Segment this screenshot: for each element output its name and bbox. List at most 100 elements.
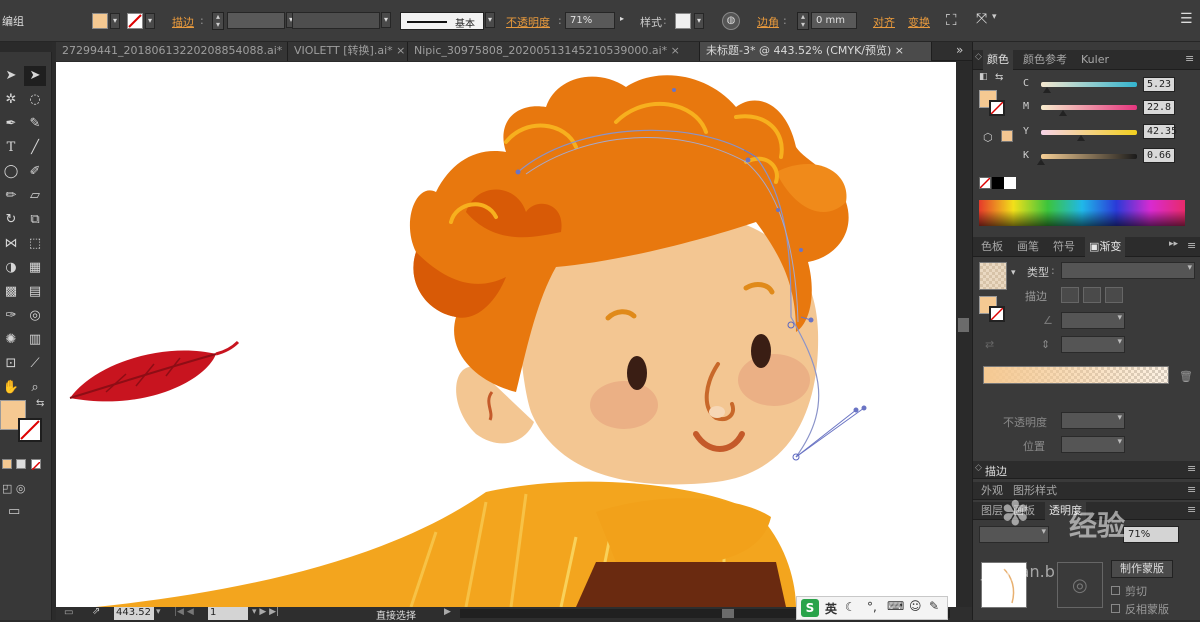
variable-width-profile[interactable]	[292, 12, 380, 29]
graphic-style-dropdown[interactable]: ▾	[694, 13, 704, 29]
stop-position-field[interactable]	[1061, 436, 1125, 453]
symbol-sprayer-icon[interactable]: ✺	[0, 330, 22, 350]
align-link[interactable]: 对齐	[873, 14, 895, 30]
pencil-tool-icon[interactable]: ✏	[0, 186, 22, 206]
red-leaf[interactable]	[69, 340, 240, 402]
hand-tool-icon[interactable]: ✋	[0, 378, 22, 398]
cyan-field[interactable]: 5.23	[1143, 77, 1175, 92]
zoom-dropdown[interactable]: ▾	[156, 607, 161, 617]
panel-options-icon[interactable]: ▸▸	[1169, 239, 1178, 249]
shape-builder-icon[interactable]: ◑	[0, 258, 22, 278]
tab-swatches[interactable]: 色板	[977, 237, 1007, 257]
zoom-tool-icon[interactable]: ⌕	[24, 378, 46, 398]
moon-icon[interactable]: ☾	[845, 600, 856, 614]
gradient-type-select[interactable]	[1061, 262, 1195, 279]
default-colors-icon[interactable]: ◧	[979, 72, 988, 82]
share-icon[interactable]: ⇗	[92, 606, 100, 617]
panel-menu-icon[interactable]: ≡	[1185, 52, 1194, 65]
ellipse-tool-icon[interactable]: ◯	[0, 162, 22, 182]
stop-opacity-field[interactable]	[1061, 412, 1125, 429]
stroke-panel-header[interactable]: ◇ 描边 ≡	[973, 461, 1200, 479]
panel-stroke-box[interactable]	[989, 100, 1005, 116]
zoom-menu-icon[interactable]: ▭	[64, 607, 73, 618]
column-graph-icon[interactable]: ▥	[24, 330, 46, 350]
panel-menu-icon[interactable]: ≡	[1187, 503, 1196, 516]
artboard-dropdown[interactable]: ▾ ▶ ▶|	[252, 607, 279, 617]
recolor-icon[interactable]: ◍	[722, 12, 740, 30]
gradient-preview[interactable]	[979, 262, 1007, 290]
out-of-gamut-icon[interactable]: ⬡	[983, 131, 993, 144]
color-spectrum[interactable]	[979, 200, 1185, 226]
corner-field[interactable]: 0 mm	[811, 12, 857, 29]
tab-brushes[interactable]: 画笔	[1013, 237, 1043, 257]
artboard-tool-icon[interactable]: ⊡	[0, 354, 22, 374]
white-swatch[interactable]	[1004, 177, 1016, 189]
tab-color-guide[interactable]: 颜色参考	[1019, 50, 1071, 70]
paintbrush-icon[interactable]: ✐	[24, 162, 46, 182]
tab-kuler[interactable]: Kuler	[1077, 50, 1113, 70]
keyboard-icon[interactable]: ⌨	[887, 599, 904, 613]
black-knob[interactable]	[1037, 159, 1045, 165]
line-tool-icon[interactable]: ╱	[24, 138, 46, 158]
stroke-swatch[interactable]	[127, 13, 143, 29]
black-field[interactable]: 0.66	[1143, 148, 1175, 163]
ime-language-toggle[interactable]: 英	[825, 600, 837, 617]
tab-gradient[interactable]: ▣渐变	[1085, 237, 1126, 257]
yellow-field[interactable]: 42.35	[1143, 124, 1177, 139]
panel-menu-icon[interactable]: ≡	[1187, 483, 1196, 496]
swap-colors-icon[interactable]: ⇆	[36, 398, 44, 409]
yellow-knob[interactable]	[1077, 135, 1085, 141]
stroke-label[interactable]: 描边	[172, 14, 194, 30]
gradient-tool-icon[interactable]: ▤	[24, 282, 46, 302]
lasso-icon[interactable]: ◌	[24, 90, 46, 110]
type-tool-icon[interactable]: T	[0, 138, 22, 158]
sogou-logo-icon[interactable]: S	[801, 599, 819, 617]
opacity-label[interactable]: 不透明度	[506, 14, 550, 30]
vertical-scrollbar[interactable]	[956, 62, 971, 607]
clip-checkbox[interactable]	[1111, 586, 1120, 595]
panel-menu-icon[interactable]: ≡	[1187, 462, 1196, 475]
first-artboard-icon[interactable]: |◀ ◀	[174, 607, 194, 617]
stroke-within-icon[interactable]	[1061, 287, 1079, 303]
none-mode-icon[interactable]	[31, 459, 41, 471]
width-tool-icon[interactable]: ⋈	[0, 234, 22, 254]
close-icon[interactable]: ×	[396, 44, 405, 57]
stroke-across-icon[interactable]	[1105, 287, 1123, 303]
pen-tool-icon[interactable]: ✒	[0, 114, 22, 134]
puppet-dropdown[interactable]: ▾	[992, 12, 997, 22]
tab-symbols[interactable]: 符号	[1049, 237, 1079, 257]
magenta-slider[interactable]	[1041, 105, 1137, 110]
aspect-ratio-field[interactable]	[1061, 336, 1125, 353]
graphic-style-swatch[interactable]	[675, 13, 691, 29]
corner-stepper[interactable]: ▴ ▾	[797, 12, 809, 30]
collapse-icon[interactable]: ◇	[975, 463, 982, 473]
gamut-swatch[interactable]	[1001, 130, 1013, 142]
doc-tab-1[interactable]: 27299441_20180613220208854088.ai* ×	[56, 42, 288, 61]
stroke-color-box[interactable]	[18, 418, 42, 442]
cyan-slider[interactable]	[1041, 82, 1137, 87]
magenta-field[interactable]: 22.8	[1143, 100, 1175, 115]
cyan-knob[interactable]	[1043, 87, 1051, 93]
toolbar-grip[interactable]	[0, 42, 52, 52]
stroke-weight-stepper[interactable]: ▴ ▾	[212, 12, 224, 30]
user-icon[interactable]: ☺	[909, 599, 922, 613]
gradient-slider[interactable]	[983, 366, 1169, 384]
black-slider[interactable]	[1041, 154, 1137, 159]
wrench-icon[interactable]: ✎	[929, 599, 939, 613]
punctuation-icon[interactable]: °,	[867, 600, 877, 614]
stroke-along-icon[interactable]	[1083, 287, 1101, 303]
slice-tool-icon[interactable]: ⟋	[24, 354, 46, 374]
reverse-gradient-icon[interactable]: ⇄	[985, 338, 994, 351]
screen-mode-icon[interactable]: ▭	[8, 504, 20, 519]
stroke-weight-field[interactable]	[227, 12, 285, 29]
selection-tool-icon[interactable]: ➤	[0, 66, 22, 86]
swap-icon[interactable]: ⇆	[995, 72, 1003, 83]
h-scroll-thumb[interactable]	[722, 609, 734, 618]
doc-tab-active[interactable]: 未标题-3* @ 443.52% (CMYK/预览) ×	[700, 42, 932, 61]
gradient-stroke-box[interactable]	[989, 306, 1005, 322]
fill-dropdown[interactable]: ▾	[110, 13, 120, 29]
fill-swatch[interactable]	[92, 13, 108, 29]
panel-menu-icon[interactable]: ≡	[1187, 239, 1196, 252]
brush-dropdown[interactable]: ▾	[485, 12, 495, 28]
magenta-knob[interactable]	[1059, 110, 1067, 116]
